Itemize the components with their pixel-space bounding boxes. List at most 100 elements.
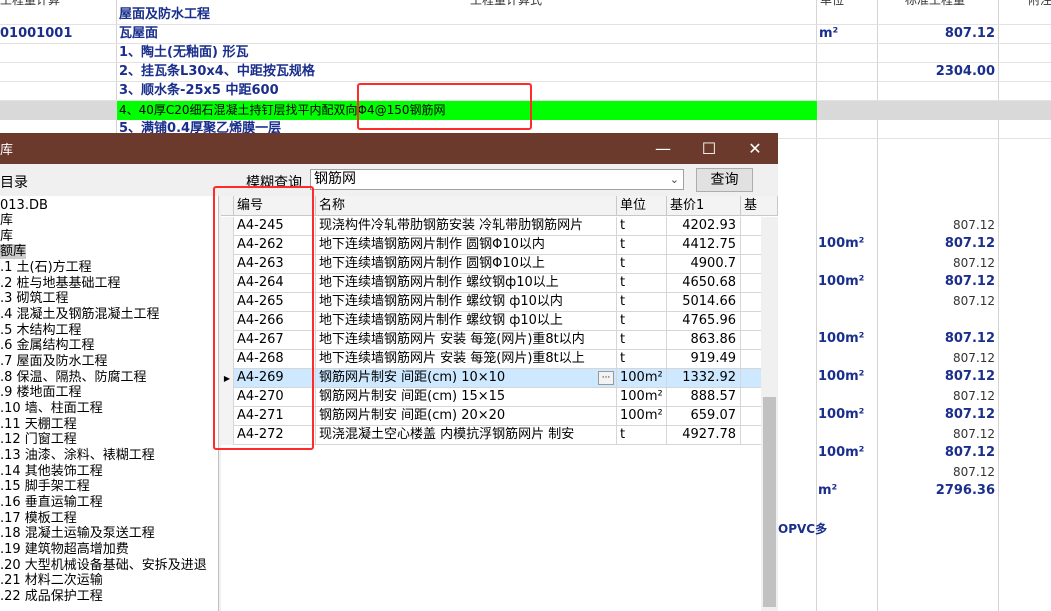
dialog-title-bar[interactable]: 库 — ☐ ✕ <box>0 133 778 164</box>
tree-node[interactable]: 库 <box>0 229 13 244</box>
tree-node[interactable]: .18 混凝土运输及泵送工程 <box>0 526 155 541</box>
ellipsis-button[interactable]: ··· <box>598 371 614 385</box>
sheet-row[interactable]: 807.12 <box>778 292 1051 311</box>
search-input[interactable]: 钢筋网 ⌄ <box>310 169 684 190</box>
sheet-row-qty: 807.12 <box>953 389 995 403</box>
close-button[interactable]: ✕ <box>732 133 778 164</box>
cell-name: 地下连续墙钢筋网片 安装 每笼(网片)重8t以上 <box>316 350 617 369</box>
sheet-row[interactable]: 100m² 807.12 <box>778 368 1051 387</box>
sheet-row[interactable]: 100m² 807.12 <box>778 406 1051 425</box>
sheet-row[interactable]: 屋面及防水工程 <box>0 6 1051 25</box>
cell-unit: t <box>617 331 667 350</box>
vertical-scrollbar[interactable] <box>761 217 778 611</box>
cell-unit: 100m² <box>617 369 667 388</box>
tree-node[interactable]: .5 木结构工程 <box>0 323 82 338</box>
scrollbar-thumb[interactable] <box>763 397 776 607</box>
cell-name: 地下连续墙钢筋网片制作 螺纹钢 ф10以上 <box>316 312 617 331</box>
cell-name: 现浇构件冷轧带肋钢筋安装 冷轧带肋钢筋网片 <box>316 217 617 236</box>
sheet-row[interactable]: 807.12 <box>778 254 1051 273</box>
cell-price: 659.07 <box>667 407 741 426</box>
sheet-row-qty: 2796.36 <box>935 483 995 498</box>
sheet-row[interactable]: 100m² 807.12 <box>778 444 1051 463</box>
tree-node[interactable]: .3 砌筑工程 <box>0 291 69 306</box>
tree-node[interactable]: .20 大型机械设备基础、安拆及进退 <box>0 558 207 573</box>
tree-node[interactable]: .6 金属结构工程 <box>0 338 95 353</box>
library-tree[interactable]: 013.DB 库 库 额库 .1 土(石)方工程 .2 桩与地基基础工程 .3 … <box>0 196 219 611</box>
maximize-button[interactable]: ☐ <box>686 133 732 164</box>
tree-node[interactable]: .11 天棚工程 <box>0 417 77 432</box>
tree-node[interactable]: 013.DB <box>0 198 48 213</box>
tree-node[interactable]: .19 建筑物超高增加费 <box>0 542 129 557</box>
tree-node[interactable]: .8 保温、隔热、防腐工程 <box>0 370 147 385</box>
quota-library-dialog: 库 — ☐ ✕ 目录 模糊查询 钢筋网 ⌄ 查询 013.DB 库 库 额库 .… <box>0 133 778 611</box>
sheet-row[interactable]: 100m² 807.12 <box>778 273 1051 292</box>
sheet-row[interactable]: 807.12 <box>778 463 1051 482</box>
tree-node[interactable]: .12 门窗工程 <box>0 432 77 447</box>
sheet-row-qty: 807.12 <box>953 218 995 232</box>
tree-node-selected[interactable]: 额库 <box>0 244 27 259</box>
sheet-row[interactable]: 01001001 瓦屋面 m² 807.12 <box>0 25 1051 44</box>
sheet-row[interactable]: 100m² 807.12 <box>778 330 1051 349</box>
tree-node[interactable]: .15 脚手架工程 <box>0 479 90 494</box>
sheet-row[interactable]: 1、陶土(无釉面) 形瓦 <box>0 44 1051 63</box>
cell-unit: 100m² <box>617 407 667 426</box>
sheet-row-qty: 807.12 <box>944 236 995 251</box>
cell-unit: t <box>617 236 667 255</box>
cell-name: 地下连续墙钢筋网片制作 圆钢Φ10以上 <box>316 255 617 274</box>
tree-node[interactable]: .13 油漆、涂料、裱糊工程 <box>0 448 155 463</box>
sheet-row-name: 1、陶土(无釉面) 形瓦 <box>119 45 249 60</box>
tree-node[interactable]: .21 材料二次运输 <box>0 573 103 588</box>
cell-unit: t <box>617 312 667 331</box>
sheet-row-name: 屋面及防水工程 <box>119 7 211 22</box>
tree-node[interactable]: .4 混凝土及钢筋混凝土工程 <box>0 307 160 322</box>
sheet-row[interactable]: 807.12 <box>778 216 1051 235</box>
tree-label: 目录 <box>0 175 28 191</box>
sheet-row-unit: 100m² <box>818 407 865 422</box>
tree-node[interactable]: .16 垂直运输工程 <box>0 495 103 510</box>
cell-name: 地下连续墙钢筋网片 安装 每笼(网片)重8t以内 <box>316 331 617 350</box>
sheet-row-qty: 2304.00 <box>935 64 995 79</box>
cell-price: 4202.93 <box>667 217 741 236</box>
tree-node[interactable]: .9 楼地面工程 <box>0 385 82 400</box>
tree-node[interactable]: .10 墙、柱面工程 <box>0 401 103 416</box>
sheet-row-unit: 100m² <box>818 331 865 346</box>
sheet-row[interactable]: 2、挂瓦条L30x4、中距按瓦规格 2304.00 <box>0 63 1051 82</box>
query-button[interactable]: 查询 <box>696 168 753 192</box>
sheet-row[interactable]: 807.12 <box>778 425 1051 444</box>
sheet-row[interactable]: 807.12 <box>778 349 1051 368</box>
sheet-row[interactable]: 100m² 807.12 <box>778 235 1051 254</box>
cell-price: 4765.96 <box>667 312 741 331</box>
tree-node[interactable]: 库 <box>0 213 13 228</box>
cell-unit: t <box>617 255 667 274</box>
sheet-row-qty: 807.12 <box>953 465 995 479</box>
sheet-row-code: 01001001 <box>0 26 73 41</box>
cell-unit: t <box>617 293 667 312</box>
sheet-row[interactable]: 807.12 <box>778 387 1051 406</box>
column-header-unit[interactable]: 单位 <box>617 196 667 216</box>
cell-name: 地下连续墙钢筋网片制作 螺纹钢ф10以上 <box>316 274 617 293</box>
chevron-down-icon[interactable]: ⌄ <box>670 170 679 189</box>
cell-unit: t <box>617 426 667 445</box>
minimize-button[interactable]: — <box>640 133 686 164</box>
column-header-name[interactable]: 名称 <box>316 196 617 216</box>
cell-price: 888.57 <box>667 388 741 407</box>
cell-price: 4927.78 <box>667 426 741 445</box>
tree-node[interactable]: .22 成品保护工程 <box>0 589 103 604</box>
cell-unit: t <box>617 217 667 236</box>
sheet-row-unit: m² <box>818 483 838 498</box>
cell-unit: 100m² <box>617 388 667 407</box>
cell-price: 863.86 <box>667 331 741 350</box>
column-header-more[interactable]: 基 <box>741 196 778 216</box>
sheet-row-qty: 807.12 <box>944 407 995 422</box>
tree-node[interactable]: .17 模板工程 <box>0 511 77 526</box>
tree-node[interactable]: .1 土(石)方工程 <box>0 260 92 275</box>
tree-node[interactable]: .14 其他装饰工程 <box>0 464 103 479</box>
sheet-row-qty: 807.12 <box>953 427 995 441</box>
sheet-row-unit: 100m² <box>818 274 865 289</box>
column-header-price[interactable]: 基价1 <box>667 196 741 216</box>
tree-node[interactable]: .2 桩与地基基础工程 <box>0 276 121 291</box>
tree-node[interactable]: .7 屋面及防水工程 <box>0 354 108 369</box>
cell-name: 钢筋网片制安 间距(cm) 10×10 <box>316 369 617 388</box>
sheet-row[interactable]: m² 2796.36 <box>778 482 1051 501</box>
cell-name: 钢筋网片制安 间距(cm) 20×20 <box>316 407 617 426</box>
